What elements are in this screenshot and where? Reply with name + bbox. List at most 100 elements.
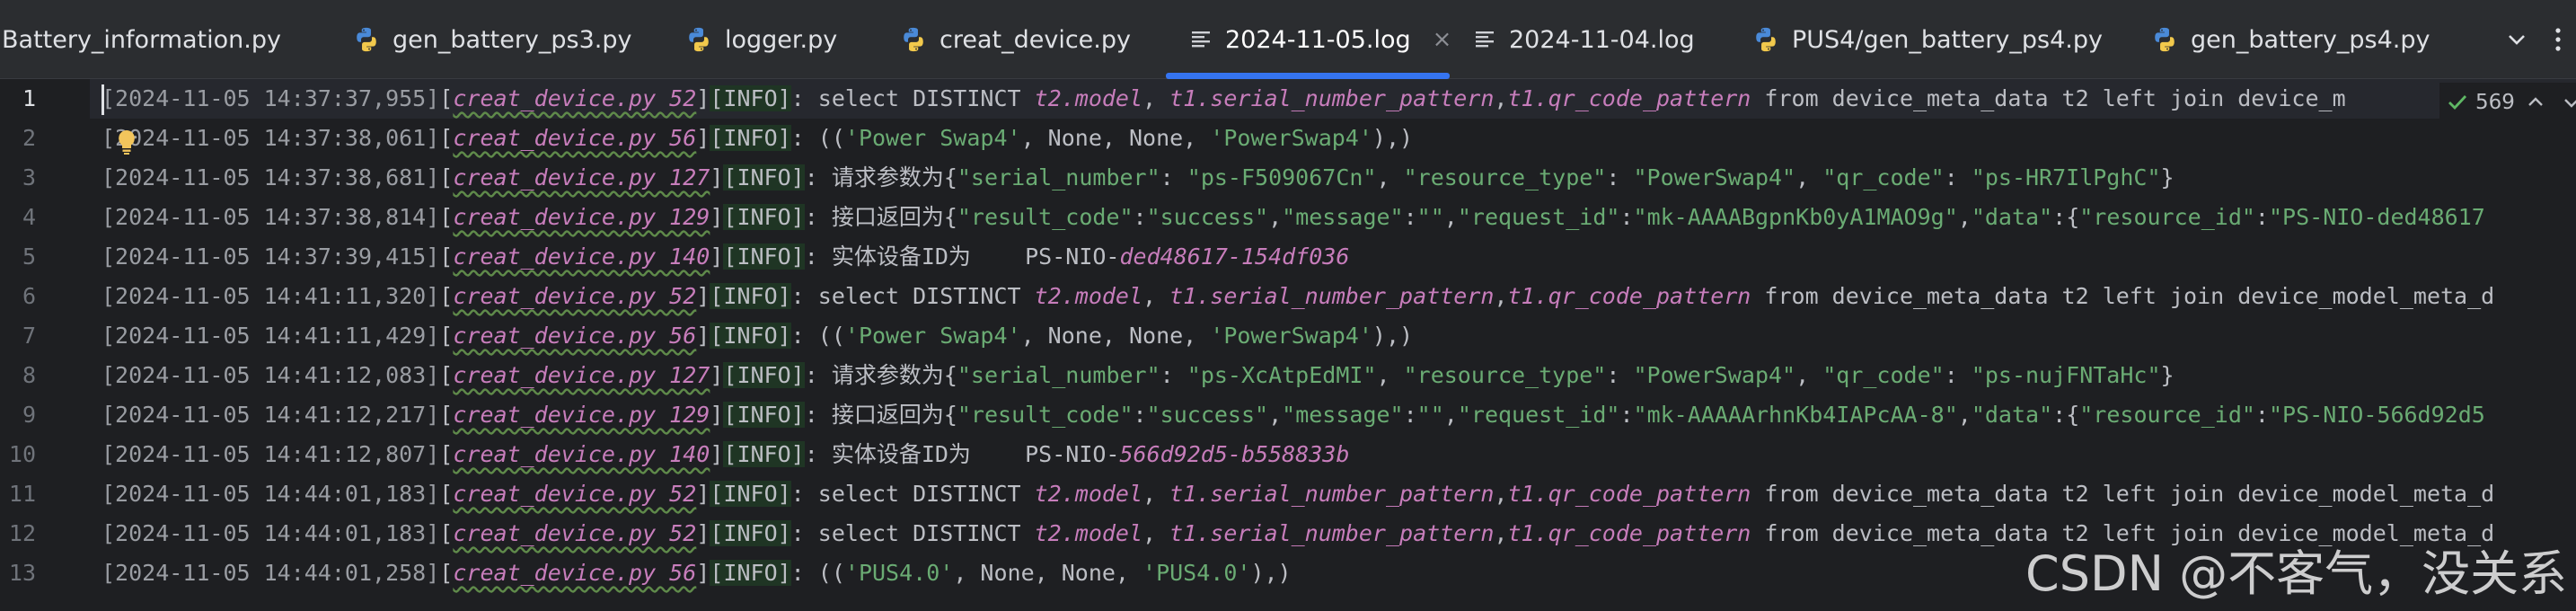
close-tab-icon[interactable]: ×: [1433, 26, 1452, 53]
inspection-widget[interactable]: 569: [2439, 83, 2522, 122]
more-vertical-icon: [2555, 28, 2561, 51]
log-level: [INFO]: [710, 283, 791, 309]
lightbulb-icon[interactable]: [115, 128, 138, 155]
tab-label: gen_battery_ps4.py: [2191, 25, 2430, 54]
tab-label: Battery_information.py: [2, 25, 281, 54]
source-reference: creat_device.py 127: [453, 362, 710, 388]
sql-column: t1.serial_number_pattern: [1169, 520, 1495, 546]
string-value: "mk-AAAAArhnKb4IAPcAA-8": [1633, 402, 1958, 428]
log-text: ),): [1372, 125, 1414, 151]
timestamp: [2024-11-05 14:37:37,955]: [101, 85, 440, 111]
log-text: ,: [1795, 164, 1823, 190]
log-level: [INFO]: [710, 125, 791, 151]
python-icon: [904, 27, 923, 52]
log-level: [INFO]: [723, 164, 805, 190]
tab-2024-11-05-log[interactable]: 2024-11-05.log ×: [1189, 0, 1451, 79]
line-number-gutter: 1 2 3 4 5 6 7 8 9 10 11 12 13: [0, 79, 90, 611]
string-value: "data": [1971, 402, 2053, 428]
log-text: : 实体设备ID为 PS-NIO-: [804, 441, 1120, 467]
tab-gen-battery-ps3[interactable]: gen_battery_ps3.py: [353, 0, 632, 79]
log-text: :: [1160, 362, 1187, 388]
tab-label: logger.py: [725, 25, 838, 54]
log-text: : select DISTINCT: [790, 481, 1035, 507]
source-reference: creat_device.py 129: [453, 402, 710, 428]
chevron-up-icon[interactable]: [2526, 93, 2545, 112]
log-level: [INFO]: [710, 85, 791, 111]
log-line: [2024-11-05 14:41:11,320][creat_device.p…: [101, 283, 2495, 309]
log-text: : 请求参数为{: [804, 164, 957, 190]
sql-column: t2.model: [1034, 283, 1143, 309]
log-text: :{: [2052, 402, 2080, 428]
editor-area[interactable]: 1 2 3 4 5 6 7 8 9 10 11 12 13 [2024-11-0…: [0, 79, 2576, 611]
log-line: [2024-11-05 14:41:12,807][creat_device.p…: [101, 441, 1350, 467]
log-text: :{: [2052, 204, 2080, 230]
log-line: [2024-11-05 14:37:39,415][creat_device.p…: [101, 244, 1350, 270]
source-reference: creat_device.py 52: [453, 283, 697, 309]
string-value: "request_id": [1457, 204, 1620, 230]
timestamp: [2024-11-05 14:44:01,258]: [101, 560, 440, 586]
string-value: "result_code": [957, 402, 1134, 428]
timestamp: [2024-11-05 14:37:38,814]: [101, 204, 440, 230]
log-text: : 实体设备ID为 PS-NIO-: [804, 244, 1120, 270]
tab-2024-11-04-log[interactable]: 2024-11-04.log: [1473, 0, 1695, 79]
string-value: "data": [1971, 204, 2053, 230]
text-file-icon: [1192, 31, 1210, 48]
log-text: :: [1133, 204, 1147, 230]
log-line: [2024-11-05 14:37:37,955][creat_device.p…: [101, 85, 2346, 111]
log-text: ,: [1142, 85, 1170, 111]
python-icon: [2155, 27, 2175, 52]
device-id-suffix: ded48617-154df036: [1119, 244, 1350, 270]
log-line: [2024-11-05 14:41:11,429][creat_device.p…: [101, 323, 1414, 349]
line-number: 12: [8, 520, 36, 546]
sql-column: t1.qr_code_pattern: [1507, 85, 1751, 111]
tab-label: creat_device.py: [940, 25, 1131, 54]
source-reference: creat_device.py 56: [453, 323, 697, 349]
source-reference: creat_device.py 129: [453, 204, 710, 230]
log-text: ,: [1268, 204, 1283, 230]
log-text: :: [1944, 362, 1972, 388]
tab-label: PUS4/gen_battery_ps4.py: [1792, 25, 2103, 54]
timestamp: [2024-11-05 14:44:01,183]: [101, 481, 440, 507]
log-text: ,: [1494, 481, 1508, 507]
log-text: :: [1606, 362, 1634, 388]
timestamp: [2024-11-05 14:41:12,217]: [101, 402, 440, 428]
more-options-button[interactable]: [2547, 20, 2569, 59]
sql-column: t2.model: [1034, 520, 1143, 546]
string-value: "PS-NIO-566d92d5: [2268, 402, 2485, 428]
log-text: ),): [1250, 560, 1292, 586]
string-value: 'PUS4.0': [844, 560, 954, 586]
line-number: 7: [22, 323, 36, 349]
tab-creat-device[interactable]: creat_device.py: [900, 0, 1131, 79]
string-value: "ps-F509067Cn": [1187, 164, 1377, 190]
log-text: : ((: [790, 323, 845, 349]
chevron-down-icon[interactable]: [2562, 93, 2576, 112]
timestamp: [2024-11-05 14:37:39,415]: [101, 244, 440, 270]
source-reference: creat_device.py 140: [453, 244, 710, 270]
log-text: ,: [1443, 402, 1458, 428]
line-number: 1: [22, 85, 36, 111]
chevron-down-icon: [2509, 35, 2525, 45]
log-text: , None, None,: [1020, 125, 1211, 151]
string-value: "resource_id": [2079, 402, 2255, 428]
log-text: ,: [1443, 204, 1458, 230]
line-number: 9: [22, 402, 36, 428]
timestamp: [2024-11-05 14:41:12,807]: [101, 441, 440, 467]
tab-battery-information[interactable]: Battery_information.py: [2, 0, 281, 79]
string-value: 'Power Swap4': [844, 125, 1021, 151]
tab-logger[interactable]: logger.py: [685, 0, 837, 79]
log-level: [INFO]: [723, 244, 805, 270]
tabs-dropdown-button[interactable]: [2497, 20, 2536, 59]
log-text: ,: [1957, 402, 1972, 428]
inspection-count: 569: [2475, 91, 2515, 114]
string-value: "PowerSwap4": [1633, 164, 1796, 190]
log-text: : ((: [790, 125, 845, 151]
log-text: : ((: [790, 560, 845, 586]
tab-gen-battery-ps4[interactable]: gen_battery_ps4.py: [2151, 0, 2430, 79]
log-text: ),): [1372, 323, 1414, 349]
log-text: : select DISTINCT: [790, 283, 1035, 309]
log-text: :: [1403, 402, 1417, 428]
checkmark-icon: [2448, 95, 2467, 111]
string-value: "ps-HR7IlPghC": [1971, 164, 2161, 190]
string-value: "resource_type": [1403, 164, 1607, 190]
tab-pus4-gen-battery-ps4[interactable]: PUS4/gen_battery_ps4.py: [1752, 0, 2103, 79]
